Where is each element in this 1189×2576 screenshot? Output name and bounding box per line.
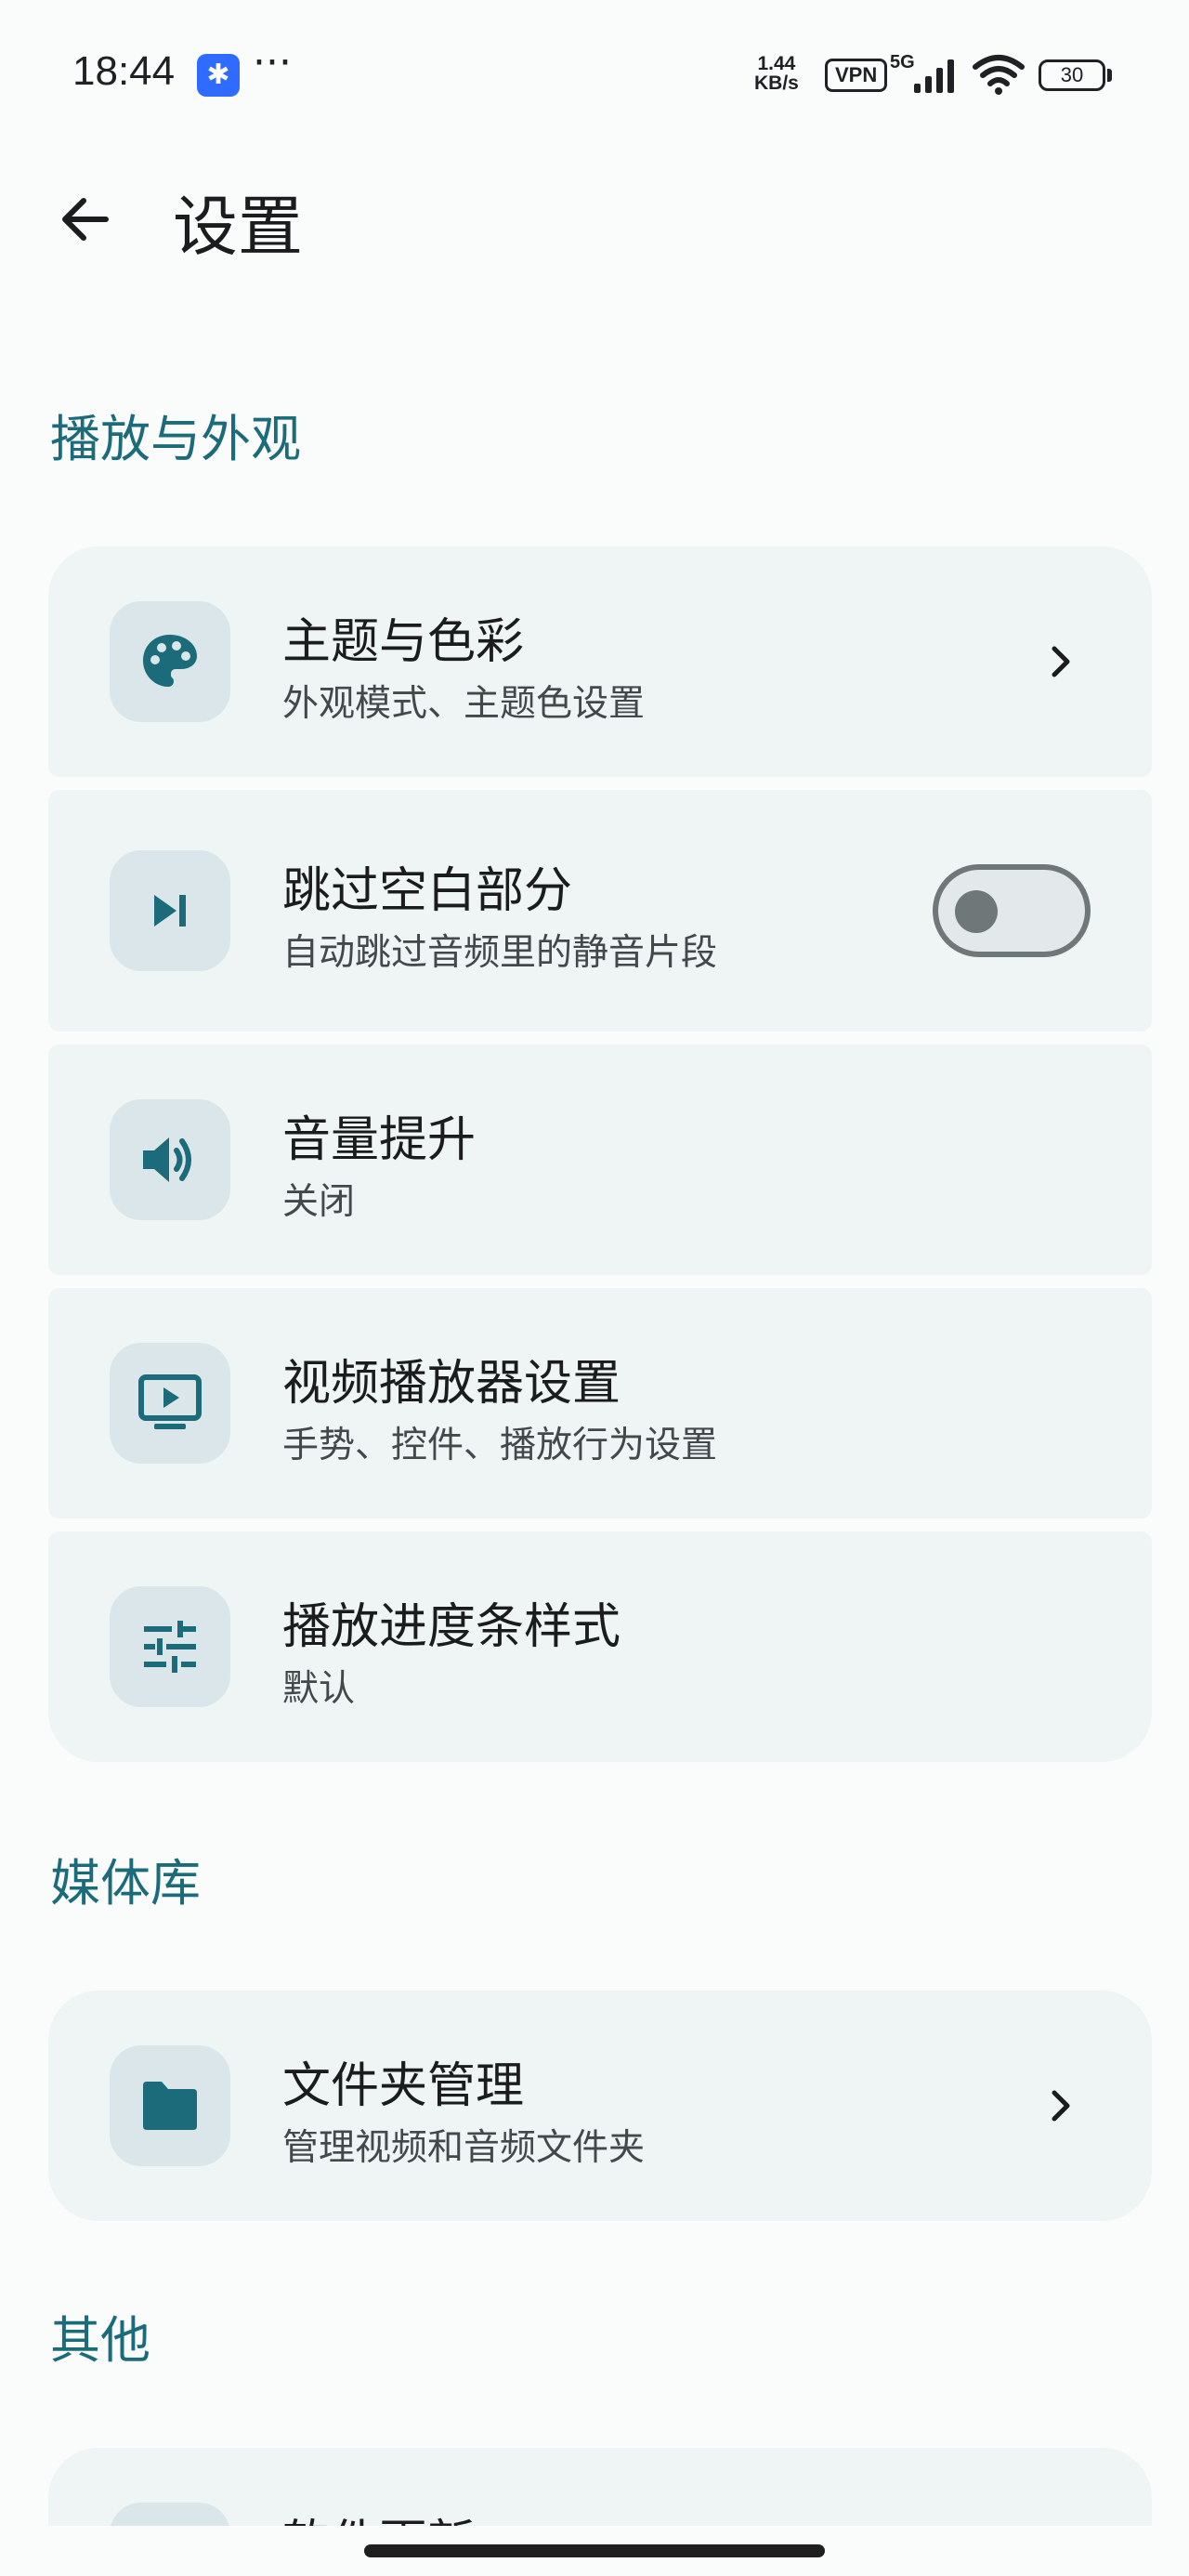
volume-icon-box [110,1099,230,1220]
screen-content: 18:44 ✱ ··· 1.44 KB/s VPN 5G 30 设置 播放与外观… [0,0,1189,2526]
theme-title: 主题与色彩 [282,614,525,670]
progress-style-title: 播放进度条样式 [282,1599,621,1655]
arrow-back-icon [62,198,109,241]
chevron-right-icon [1040,641,1081,682]
skip-silence-subtitle: 自动跳过音频里的静音片段 [282,932,718,974]
chevron-right-icon [1040,2085,1081,2126]
setting-item-skip-silence[interactable]: 跳过空白部分 自动跳过音频里的静音片段 [48,790,1152,1032]
section-title-playback: 播放与外观 [50,410,301,468]
toggle-knob [955,890,998,933]
setting-item-folders[interactable]: 文件夹管理 管理视频和音频文件夹 [48,1991,1152,2221]
skip-silence-toggle[interactable] [933,864,1091,957]
skip-silence-title: 跳过空白部分 [282,863,573,919]
setting-item-volume-boost[interactable]: 音量提升 关闭 [48,1045,1152,1275]
section-title-other: 其他 [50,2311,150,2370]
tune-icon-box [110,1586,230,1707]
back-button[interactable] [46,180,124,258]
network-speed: 1.44 KB/s [754,54,799,93]
status-bar: 18:44 ✱ ··· 1.44 KB/s VPN 5G 30 [0,0,1189,149]
signal-icon [914,59,954,93]
wifi-icon [973,55,1025,95]
setting-item-update[interactable]: 软件更新 · · [48,2448,1152,2526]
network-speed-unit: KB/s [754,72,799,94]
video-player-subtitle: 手势、控件、播放行为设置 [282,1425,718,1466]
battery-nub [1107,69,1112,82]
setting-item-progress-style[interactable]: 播放进度条样式 默认 [48,1531,1152,1762]
folder-icon-box [110,2045,230,2166]
folders-title: 文件夹管理 [282,2058,525,2114]
update-title: 软件更新 [282,2504,476,2526]
tune-icon [144,1621,196,1673]
section-title-library: 媒体库 [50,1854,201,1912]
palette-icon [143,635,197,687]
setting-item-theme[interactable]: 主题与色彩 外观模式、主题色设置 [48,546,1152,777]
more-notifications-icon: ··· [253,39,292,86]
vpn-badge: VPN [825,59,888,92]
folder-icon [143,2082,197,2130]
video-icon-box [110,1343,230,1464]
folders-subtitle: 管理视频和音频文件夹 [282,2127,646,2169]
status-time: 18:44 [72,48,176,94]
volume-boost-subtitle: 关闭 [282,1181,356,1223]
skip-next-icon [154,895,186,927]
notification-app-icon: ✱ [197,54,240,97]
page-title: 设置 [173,189,303,265]
update-icon-box [110,2503,230,2526]
skip-icon-box [110,850,230,971]
theme-subtitle: 外观模式、主题色设置 [282,683,646,725]
volume-boost-title: 音量提升 [282,1112,477,1168]
tv-play-icon [138,1374,202,1429]
battery-icon: 30 [1039,59,1105,91]
theme-icon-box [110,601,230,722]
network-speed-value: 1.44 [757,53,796,74]
home-indicator[interactable] [364,2544,825,2557]
video-player-title: 视频播放器设置 [282,1356,621,1412]
setting-item-video-player[interactable]: 视频播放器设置 手势、控件、播放行为设置 [48,1288,1152,1518]
progress-style-subtitle: 默认 [282,1668,356,1710]
volume-icon [143,1137,191,1182]
